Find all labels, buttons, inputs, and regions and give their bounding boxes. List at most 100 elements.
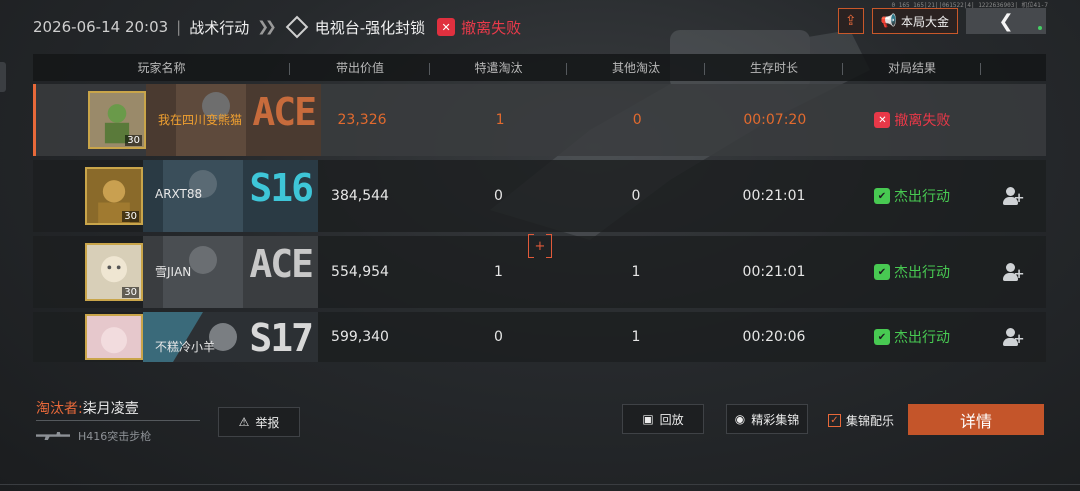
banner-badge: S17	[249, 316, 314, 360]
jackpot-button[interactable]: 📢 本局大金	[871, 8, 958, 34]
extract-success-icon: ✔	[874, 329, 890, 345]
result-cell: ✔ 杰出行动	[843, 327, 981, 347]
match-header: 2026-06-14 20:03 | 战术行动 ❯❯ 电视台-强化封锁 ✕ 撤离…	[33, 14, 521, 40]
col-other-kills: 其他淘汰	[567, 59, 705, 76]
killer-name: 柒月凌壹	[82, 401, 139, 417]
result-label: 杰出行动	[894, 189, 950, 205]
crosshair-icon: +	[528, 234, 552, 258]
survival-time: 00:20:06	[742, 329, 806, 345]
weapon-name: H416突击步枪	[78, 430, 152, 443]
survival-time: 00:21:01	[742, 188, 806, 204]
match-timestamp: 2026-06-14 20:03	[33, 18, 169, 36]
extract-success-icon: ✔	[874, 264, 890, 280]
top-right-controls: ⇪ 📢 本局大金 ❮	[837, 8, 1046, 34]
other-kills: 1	[631, 264, 641, 280]
table-header: 玩家名称 带出价值 特遣淘汰 其他淘汰 生存时长 对局结果	[33, 54, 1046, 81]
player-cell: S17 不糕冷小羊	[33, 312, 318, 362]
warning-icon: ⚠	[238, 415, 250, 429]
match-status: 撤离失败	[461, 18, 522, 37]
result-cell: ✔ 杰出行动	[843, 186, 981, 206]
camera-icon: ◉	[734, 412, 746, 426]
add-friend-icon: +	[1002, 186, 1025, 206]
squad-kills: 0	[494, 329, 503, 345]
banner-badge: ACE	[249, 242, 314, 286]
megaphone-icon: 📢	[880, 13, 897, 29]
add-friend-button[interactable]: +	[981, 262, 1046, 282]
killer-weapon: H416突击步枪	[36, 428, 151, 444]
banner-badge: ACE	[252, 90, 317, 134]
highlights-button[interactable]: ◉ 精彩集锦	[726, 404, 808, 434]
map-name: 电视台-强化封锁	[314, 18, 426, 37]
replay-button[interactable]: ▣ 回放	[622, 404, 704, 434]
share-button[interactable]: ⇪	[837, 8, 864, 34]
add-friend-icon: +	[1002, 327, 1025, 347]
avatar[interactable]: 30	[85, 243, 143, 301]
side-drawer-tab[interactable]	[0, 62, 6, 92]
player-name: 雪JIAN	[155, 265, 192, 279]
header-separator: |	[176, 18, 182, 36]
player-name: 不糕冷小羊	[155, 340, 216, 354]
share-icon: ⇪	[844, 13, 857, 29]
report-button[interactable]: ⚠ 举报	[218, 407, 300, 437]
highlights-label: 精彩集锦	[751, 412, 800, 427]
squad-kills: 0	[494, 188, 503, 204]
report-label: 举报	[255, 415, 280, 430]
killer-label: 淘汰者:	[36, 401, 83, 417]
other-kills: 0	[632, 112, 642, 128]
player-level: 30	[122, 287, 139, 298]
highlight-music-toggle[interactable]: ✓ 集锦配乐	[828, 412, 894, 429]
table-row[interactable]: ACE 30 我在四川变熊猫 23,326 1 0 00:07:20 ✕ 撤离失…	[33, 84, 1046, 156]
survival-time: 00:07:20	[743, 112, 807, 128]
killer-info: 淘汰者:柒月凌壹	[36, 398, 139, 418]
film-icon: ▣	[642, 412, 654, 426]
player-level: 30	[125, 135, 142, 146]
result-cell: ✔ 杰出行动	[843, 262, 981, 282]
squad-kills: 1	[494, 264, 503, 280]
other-kills: 1	[631, 329, 641, 345]
avatar[interactable]	[85, 314, 143, 360]
details-button[interactable]: 详情	[908, 404, 1044, 435]
player-name: 我在四川变熊猫	[158, 113, 243, 127]
table-row[interactable]: S16 30 ARXT88 384,544 0 0 00:21:01 ✔ 杰出行…	[33, 160, 1046, 232]
scoreboard-table: 玩家名称 带出价值 特遣淘汰 其他淘汰 生存时长 对局结果 ACE 30 我在四…	[33, 54, 1046, 362]
game-mode: 战术行动	[189, 18, 250, 37]
back-button[interactable]: ❮	[966, 8, 1046, 34]
add-friend-icon: +	[1002, 262, 1025, 282]
banner-badge: S16	[249, 166, 314, 210]
back-arrow-icon: ❮	[998, 10, 1014, 32]
col-survival-time: 生存时长	[705, 59, 843, 76]
player-cell: S16 30 ARXT88	[33, 160, 318, 232]
music-label: 集锦配乐	[846, 414, 895, 428]
squad-kills: 1	[495, 112, 505, 128]
divider	[36, 420, 200, 421]
extract-fail-icon: ✕	[437, 18, 456, 36]
player-level: 30	[122, 211, 139, 222]
add-friend-button[interactable]: +	[981, 327, 1046, 347]
chevrons-icon: ❯❯	[257, 19, 277, 35]
online-indicator	[1038, 26, 1042, 30]
extract-fail-icon: ✕	[874, 112, 891, 128]
player-cell: ACE 30 雪JIAN	[33, 236, 318, 308]
survival-time: 00:21:01	[742, 264, 806, 280]
col-result: 对局结果	[843, 59, 981, 76]
result-cell: ✕ 撤离失败	[844, 110, 982, 130]
rifle-icon	[36, 432, 70, 440]
table-row[interactable]: S17 不糕冷小羊 599,340 0 1 00:20:06 ✔ 杰出行动 +	[33, 312, 1046, 362]
details-label: 详情	[959, 411, 992, 431]
result-label: 杰出行动	[894, 330, 950, 346]
music-checkbox[interactable]: ✓	[828, 414, 841, 427]
other-kills: 0	[631, 188, 641, 204]
col-player-name: 玩家名称	[33, 59, 290, 76]
add-friend-button[interactable]: +	[981, 186, 1046, 206]
avatar[interactable]: 30	[85, 167, 143, 225]
result-label: 撤离失败	[894, 113, 951, 129]
avatar[interactable]: 30	[88, 91, 146, 149]
jackpot-label: 本局大金	[900, 14, 949, 29]
extract-success-icon: ✔	[874, 188, 890, 204]
replay-label: 回放	[659, 412, 684, 427]
col-extract-value: 带出价值	[290, 59, 430, 76]
map-pin-icon	[285, 15, 309, 39]
col-squad-kills: 特遣淘汰	[430, 59, 567, 76]
player-cell: ACE 30 我在四川变熊猫	[36, 84, 321, 156]
result-label: 杰出行动	[894, 265, 950, 281]
